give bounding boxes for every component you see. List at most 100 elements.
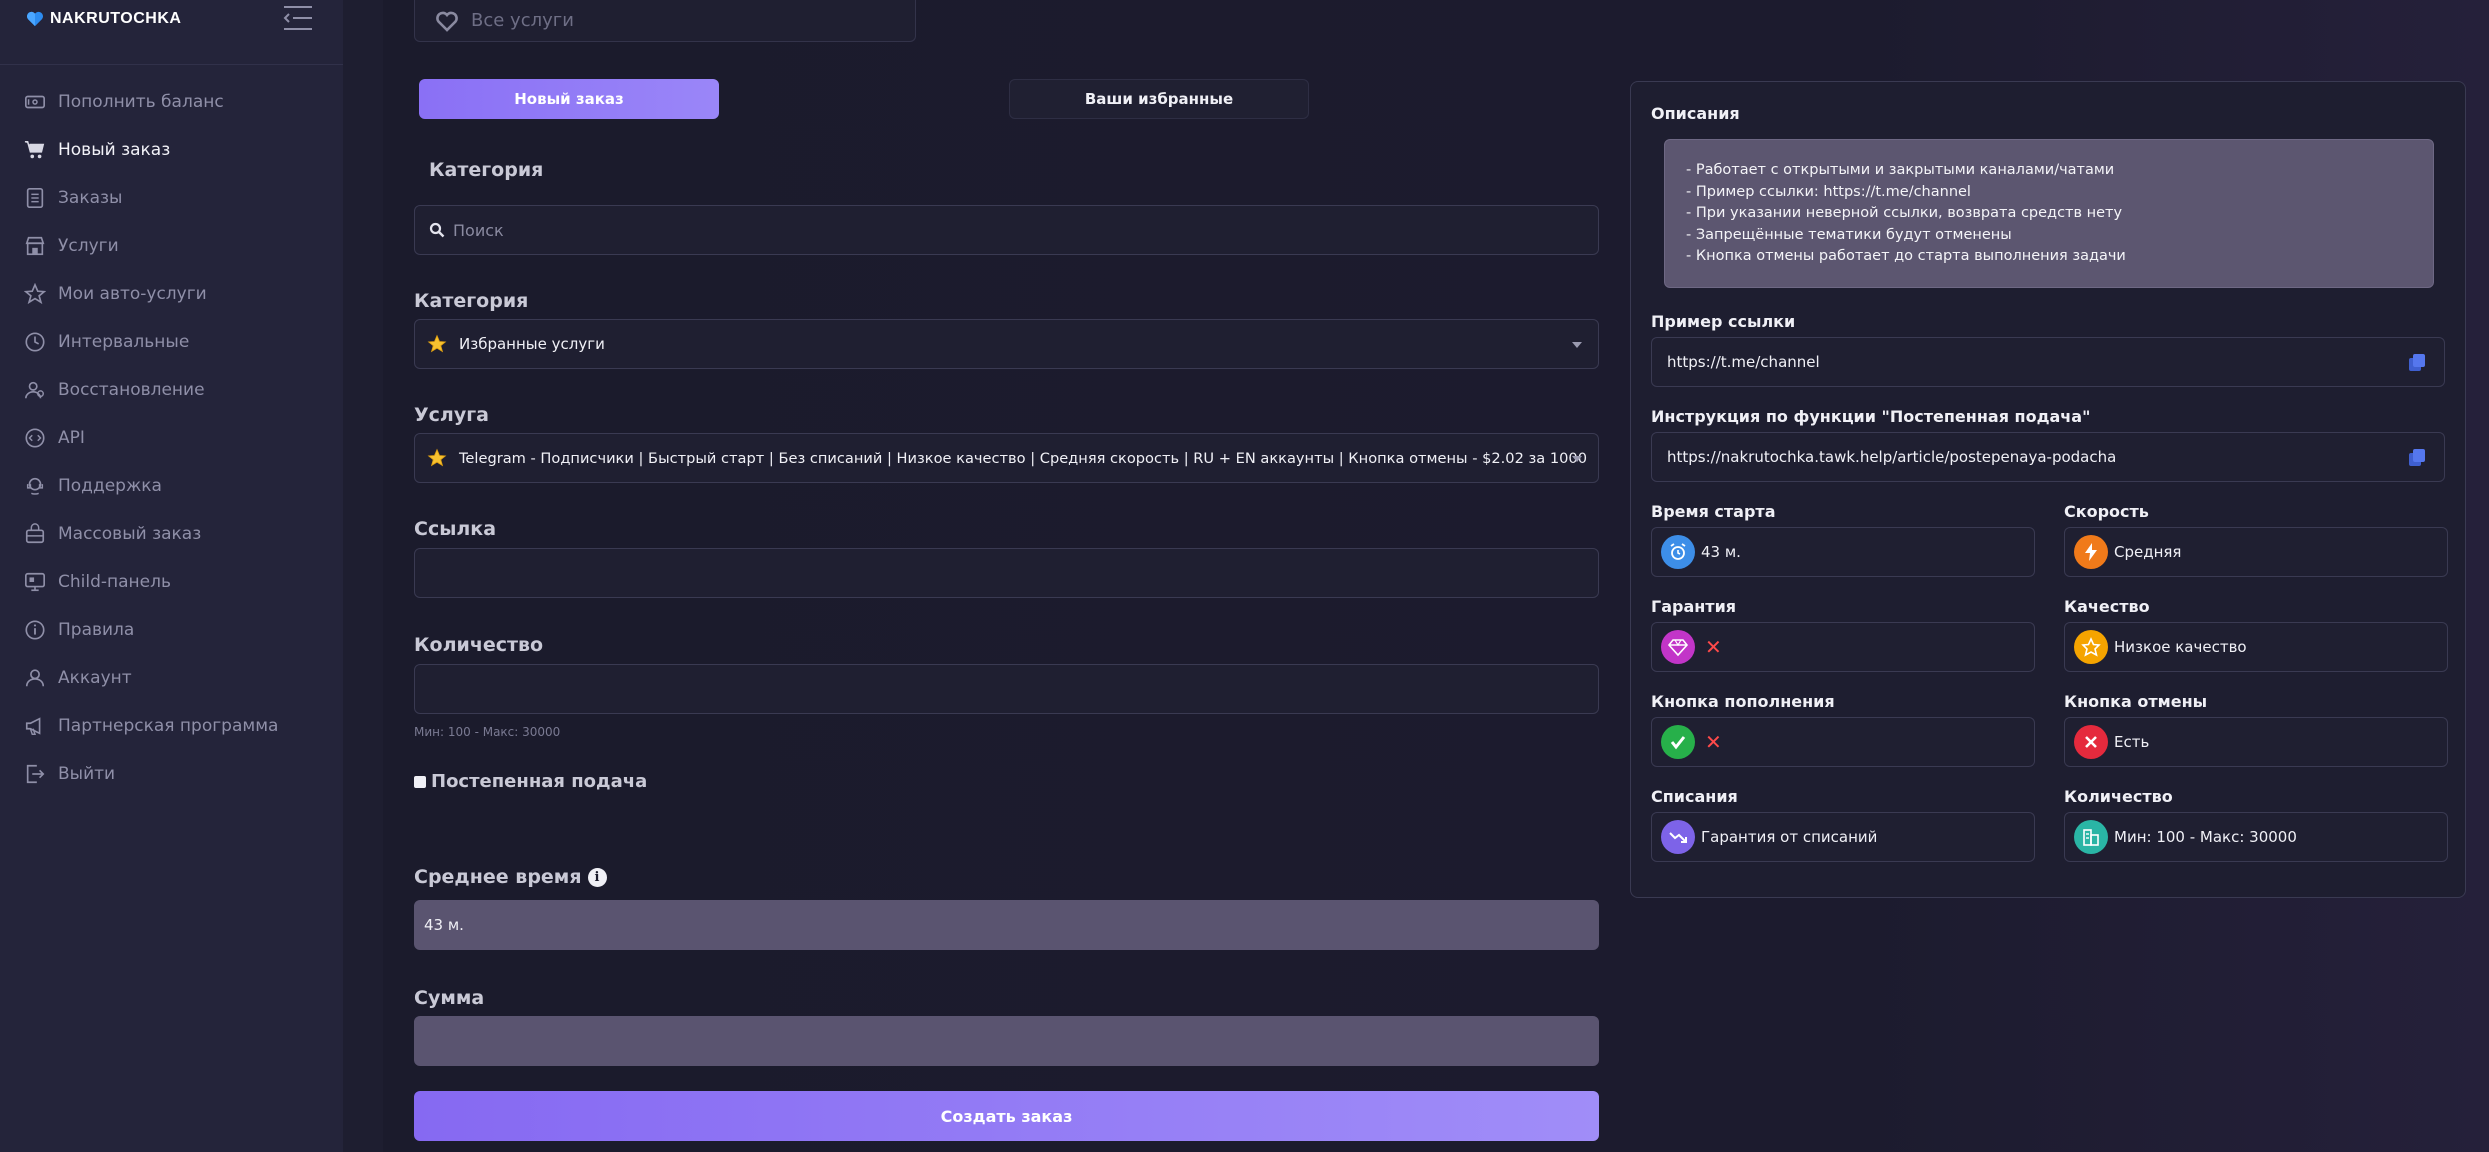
sidebar-item-top-up[interactable]: Пополнить баланс (0, 78, 343, 126)
star-filled-icon (427, 334, 447, 353)
example-link-label: Пример ссылки (1651, 312, 1796, 331)
description-line: - Кнопка отмены работает до старта выпол… (1686, 248, 2126, 264)
category-select[interactable]: Избранные услуги (414, 319, 1599, 369)
buildings-icon (2074, 820, 2108, 854)
link-label: Ссылка (414, 518, 497, 540)
sidebar-item-restore[interactable]: Восстановление (0, 366, 343, 414)
example-link-value: https://t.me/channel (1667, 353, 1820, 371)
alarm-clock-icon (1661, 535, 1695, 569)
wallet-icon (25, 95, 45, 109)
star-filled-icon (427, 448, 447, 467)
users-icon (25, 381, 44, 399)
start-time-label: Время старта (1651, 502, 1776, 521)
info-circle-icon (25, 620, 45, 640)
sidebar-item-label: Интервальные (58, 332, 190, 352)
quality-field: Низкое качество (2064, 622, 2448, 672)
sidebar-divider (0, 64, 343, 65)
heart-logo-icon (27, 11, 43, 27)
service-label: Услуга (414, 404, 489, 426)
sidebar-item-label: Заказы (58, 188, 123, 208)
drops-label: Списания (1651, 787, 1738, 806)
service-select[interactable]: Telegram - Подписчики | Быстрый старт | … (414, 433, 1599, 483)
speed-label: Скорость (2064, 502, 2149, 521)
sidebar-item-orders[interactable]: Заказы (0, 174, 343, 222)
menu-collapse-icon[interactable] (282, 4, 314, 32)
sidebar-item-api[interactable]: API (0, 414, 343, 462)
cancel-button-label: Кнопка отмены (2064, 692, 2208, 711)
link-input[interactable] (414, 548, 1599, 598)
chevron-down-icon (1572, 456, 1582, 462)
quantity-input[interactable] (414, 664, 1599, 714)
logout-icon (26, 764, 45, 784)
info-icon[interactable]: i (587, 868, 607, 887)
no-mark: ✕ (1705, 730, 1722, 754)
clock-icon (25, 332, 45, 352)
tab-favorites[interactable]: Ваши избранные (1009, 79, 1309, 119)
sidebar-item-label: Выйти (58, 764, 116, 784)
drip-feed-label: Постепенная подача (431, 771, 648, 792)
all-services-label: Все услуги (471, 10, 574, 31)
sidebar-item-support[interactable]: Поддержка (0, 462, 343, 510)
bulk-icon (25, 523, 45, 544)
sidebar-item-account[interactable]: Аккаунт (0, 654, 343, 702)
copy-icon[interactable] (2406, 447, 2428, 469)
all-services-filter[interactable]: Все услуги (414, 0, 916, 42)
avg-time-value: 43 м. (424, 916, 464, 934)
create-order-button[interactable]: Создать заказ (414, 1091, 1599, 1141)
sidebar-item-child-panel[interactable]: Child-панель (0, 558, 343, 606)
cancel-field: Есть (2064, 717, 2448, 767)
description-title: Описания (1651, 104, 1740, 123)
support-icon (26, 477, 44, 495)
drip-feed-row[interactable]: Постепенная подача (414, 771, 647, 792)
quality-label: Качество (2064, 597, 2150, 616)
sidebar-item-auto-services[interactable]: Мои авто-услуги (0, 270, 343, 318)
instruction-field: https://nakrutochka.tawk.help/article/po… (1651, 432, 2445, 482)
service-description-panel: Описания - Работает с открытыми и закрыт… (1630, 81, 2466, 898)
sidebar-item-label: Восстановление (58, 380, 205, 400)
avg-time-label-row: Среднее время i (414, 866, 607, 888)
sidebar-item-partner-program[interactable]: Партнерская программа (0, 702, 343, 750)
sidebar-item-label: Мои авто-услуги (58, 284, 207, 304)
start-time-value: 43 м. (1701, 543, 1741, 561)
sidebar-item-intervals[interactable]: Интервальные (0, 318, 343, 366)
sidebar-item-label: Аккаунт (58, 668, 132, 688)
quantity-hint: Мин: 100 - Макс: 30000 (414, 725, 561, 739)
avg-time-label: Среднее время (414, 866, 582, 888)
logo[interactable]: NAKRUTOCHKA (26, 8, 181, 30)
trend-down-icon (1661, 820, 1695, 854)
sidebar-item-new-order[interactable]: Новый заказ (0, 126, 343, 174)
description-line: - Работает с открытыми и закрытыми канал… (1686, 162, 2115, 178)
sum-label: Сумма (414, 987, 485, 1009)
star-badge-icon (2074, 630, 2108, 664)
panel-quantity-label: Количество (2064, 787, 2173, 806)
megaphone-icon (25, 717, 41, 735)
quantity-label: Количество (414, 634, 544, 656)
speed-value: Средняя (2114, 543, 2182, 561)
sidebar-item-label: Массовый заказ (58, 524, 202, 544)
sidebar-item-logout[interactable]: Выйти (0, 750, 343, 798)
refill-field: ✕ (1651, 717, 2035, 767)
description-line: - При указании неверной ссылки, возврата… (1686, 205, 2123, 221)
tab-new-order[interactable]: Новый заказ (419, 79, 719, 119)
sidebar-item-services[interactable]: Услуги (0, 222, 343, 270)
logo-text: NAKRUTOCHKA (50, 10, 182, 27)
category-value: Избранные услуги (459, 335, 605, 353)
sidebar-item-label: Child-панель (58, 572, 172, 592)
checkmark-icon (1661, 725, 1695, 759)
sidebar-item-rules[interactable]: Правила (0, 606, 343, 654)
heart-outline-icon (436, 11, 458, 32)
quality-value: Низкое качество (2114, 638, 2247, 656)
drip-feed-checkbox[interactable] (414, 775, 426, 788)
search-input[interactable]: Поиск (414, 205, 1599, 255)
category-label: Категория (414, 290, 529, 312)
sidebar-item-mass-order[interactable]: Массовый заказ (0, 510, 343, 558)
sidebar-nav: Пополнить баланс Новый заказ Заказы Услу… (0, 78, 343, 798)
refill-label: Кнопка пополнения (1651, 692, 1835, 711)
monitor-icon (25, 572, 45, 592)
code-icon (25, 428, 45, 448)
copy-icon[interactable] (2406, 352, 2428, 374)
chevron-down-icon (1572, 342, 1582, 348)
sidebar-gutter (343, 0, 383, 1152)
panel-quantity-field: Мин: 100 - Макс: 30000 (2064, 812, 2448, 862)
sum-field (414, 1016, 1599, 1066)
